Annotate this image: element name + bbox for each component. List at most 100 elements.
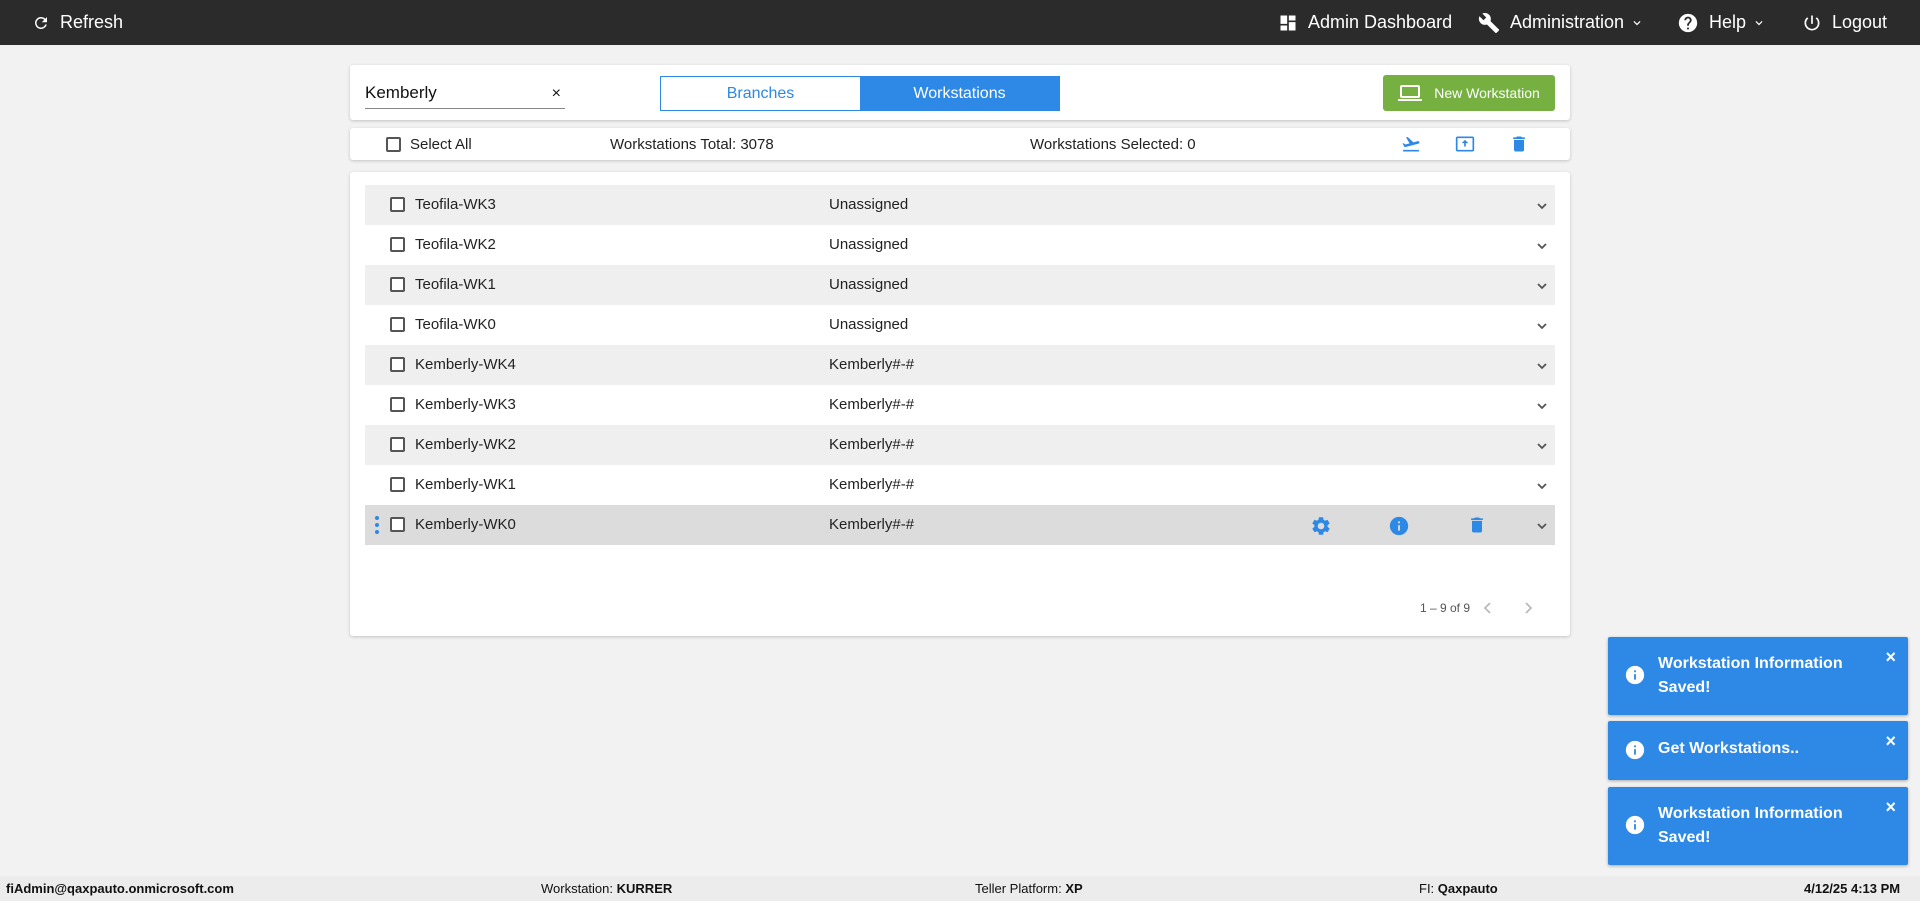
chevron-down-icon	[1537, 483, 1547, 490]
workstation-status-value: KURRER	[616, 881, 673, 896]
toast-message: Get Workstations..	[1658, 740, 1800, 757]
row-checkbox[interactable]	[390, 477, 405, 492]
logout-label: Logout	[1832, 12, 1888, 32]
row-checkbox[interactable]	[390, 197, 405, 212]
table-row[interactable]: Kemberly-WK2 Kemberly#-#	[365, 425, 1555, 465]
upload-button[interactable]	[1454, 134, 1476, 159]
workstation-branch: Kemberly#-#	[829, 436, 915, 453]
wrench-icon	[1478, 12, 1500, 33]
table-row-hovered[interactable]: Kemberly-WK0 Kemberly#-#	[365, 505, 1555, 545]
workstation-name: Teofila-WK0	[415, 316, 496, 333]
administration-menu[interactable]: Administration	[1478, 0, 1644, 45]
row-checkbox[interactable]	[390, 517, 405, 532]
chevron-down-icon	[1537, 443, 1547, 450]
chevron-down-icon	[1537, 523, 1547, 530]
row-checkbox[interactable]	[390, 437, 405, 452]
refresh-label: Refresh	[60, 12, 124, 32]
admin-dashboard-label: Admin Dashboard	[1308, 12, 1453, 32]
gear-icon	[1312, 517, 1330, 535]
row-checkbox[interactable]	[390, 237, 405, 252]
table-row[interactable]: Kemberly-WK1 Kemberly#-#	[365, 465, 1555, 505]
expand-row-button[interactable]	[1535, 519, 1549, 537]
expand-row-button[interactable]	[1535, 359, 1549, 377]
view-toggle: Branches Workstations	[660, 76, 1060, 111]
workstations-selected: Workstations Selected: 0	[1030, 136, 1196, 153]
table-row[interactable]: Teofila-WK0 Unassigned	[365, 305, 1555, 345]
expand-row-button[interactable]	[1535, 199, 1549, 217]
expand-row-button[interactable]	[1535, 279, 1549, 297]
row-checkbox[interactable]	[390, 397, 405, 412]
refresh-icon	[35, 16, 47, 29]
close-icon[interactable]: ×	[1885, 797, 1896, 818]
table-row[interactable]: Kemberly-WK4 Kemberly#-#	[365, 345, 1555, 385]
row-menu-button[interactable]	[375, 516, 379, 538]
toast-notification: Workstation Information Saved! ×	[1608, 637, 1908, 715]
airplane-icon	[1402, 136, 1420, 152]
chevron-down-icon	[1537, 323, 1547, 330]
row-delete-button[interactable]	[1467, 515, 1487, 539]
expand-row-button[interactable]	[1535, 399, 1549, 417]
tab-branches[interactable]: Branches	[661, 77, 860, 110]
info-icon	[1625, 815, 1645, 835]
workstation-name: Kemberly-WK1	[415, 476, 516, 493]
user-email: fiAdmin@qaxpauto.onmicrosoft.com	[6, 881, 234, 896]
fi-status: FI: Qaxpauto	[1419, 881, 1498, 896]
info-icon	[1389, 516, 1409, 536]
status-bar: fiAdmin@qaxpauto.onmicrosoft.com Worksta…	[0, 876, 1920, 901]
checkbox[interactable]	[386, 137, 401, 152]
more-vertical-icon	[375, 516, 379, 534]
clear-search-icon[interactable]: ×	[552, 85, 561, 103]
dashboard-icon	[1280, 15, 1296, 30]
chevron-right-icon	[1525, 602, 1533, 614]
workstation-list-card: Teofila-WK3 Unassigned Teofila-WK2 Unass…	[350, 172, 1570, 636]
trash-icon	[1513, 136, 1525, 152]
expand-row-button[interactable]	[1535, 319, 1549, 337]
expand-row-button[interactable]	[1535, 239, 1549, 257]
workstation-name: Kemberly-WK2	[415, 436, 516, 453]
workstation-branch: Kemberly#-#	[829, 356, 915, 373]
toast-notification: Workstation Information Saved! ×	[1608, 787, 1908, 865]
admin-dashboard-button[interactable]: Admin Dashboard	[1278, 0, 1452, 45]
select-all-checkbox[interactable]: Select All	[386, 136, 472, 153]
expand-row-button[interactable]	[1535, 479, 1549, 497]
workstation-branch: Unassigned	[829, 196, 909, 213]
new-workstation-button[interactable]: New Workstation	[1383, 75, 1555, 111]
row-info-button[interactable]	[1388, 515, 1410, 541]
workstation-name: Teofila-WK3	[415, 196, 496, 213]
select-all-label: Select All	[410, 136, 472, 153]
next-page-button[interactable]	[1520, 600, 1536, 621]
refresh-button[interactable]: Refresh	[32, 0, 123, 45]
close-icon[interactable]: ×	[1885, 731, 1896, 752]
fi-status-value: Qaxpauto	[1437, 881, 1498, 896]
workstation-status-label: Workstation:	[541, 881, 614, 896]
row-settings-button[interactable]	[1310, 515, 1332, 541]
delete-selected-button[interactable]	[1509, 134, 1529, 159]
table-row[interactable]: Teofila-WK1 Unassigned	[365, 265, 1555, 305]
workstation-status: Workstation: KURRER	[541, 881, 672, 896]
logout-button[interactable]: Logout	[1802, 0, 1887, 45]
table-row[interactable]: Teofila-WK2 Unassigned	[365, 225, 1555, 265]
previous-page-button[interactable]	[1480, 600, 1496, 621]
laptop-icon	[1398, 85, 1423, 101]
selection-summary-bar: Select All Workstations Total: 3078 Work…	[350, 128, 1570, 160]
workstation-name: Teofila-WK2	[415, 236, 496, 253]
move-workstations-button[interactable]	[1400, 134, 1422, 159]
search-field: ×	[365, 79, 565, 109]
chevron-down-icon	[1537, 403, 1547, 410]
row-checkbox[interactable]	[390, 357, 405, 372]
workstation-name: Kemberly-WK0	[415, 516, 516, 533]
table-row[interactable]: Kemberly-WK3 Kemberly#-#	[365, 385, 1555, 425]
chevron-down-icon	[1537, 203, 1547, 210]
filter-card: × Branches Workstations New Workstation	[350, 65, 1570, 120]
table-row[interactable]: Teofila-WK3 Unassigned	[365, 185, 1555, 225]
new-workstation-label: New Workstation	[1434, 85, 1540, 101]
row-checkbox[interactable]	[390, 317, 405, 332]
help-menu[interactable]: Help	[1677, 0, 1766, 45]
chevron-down-icon	[1755, 20, 1763, 25]
chevron-down-icon	[1537, 363, 1547, 370]
close-icon[interactable]: ×	[1885, 647, 1896, 668]
row-checkbox[interactable]	[390, 277, 405, 292]
search-input[interactable]	[365, 79, 535, 107]
expand-row-button[interactable]	[1535, 439, 1549, 457]
tab-workstations[interactable]: Workstations	[860, 77, 1059, 110]
